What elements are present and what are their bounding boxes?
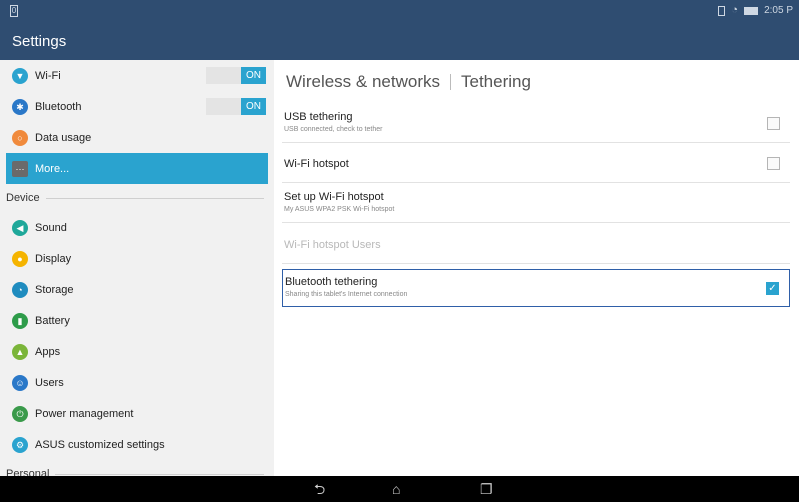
sidebar-item-label: ASUS customized settings xyxy=(35,438,165,451)
recents-icon[interactable]: ❐ xyxy=(480,480,493,498)
setting-title: USB tethering xyxy=(284,111,353,123)
toggle-state: ON xyxy=(241,67,266,84)
wifi-hotspot-checkbox[interactable] xyxy=(767,157,780,170)
bluetooth-icon: ✱ xyxy=(12,98,28,115)
sidebar-item-label: Storage xyxy=(35,283,74,296)
wifi-toggle[interactable]: ON xyxy=(206,67,266,84)
sound-icon: ◀ xyxy=(12,219,28,236)
sidebar-item-bluetooth[interactable]: ✱ Bluetooth ON xyxy=(0,91,274,122)
sidebar-item-wifi[interactable]: ▼ Wi-Fi ON xyxy=(0,60,274,91)
wifi-hotspot-row[interactable]: Wi-Fi hotspot xyxy=(282,145,790,183)
data-usage-icon: ○ xyxy=(12,129,28,146)
section-header-personal: Personal xyxy=(0,460,274,476)
sidebar-item-label: Wi-Fi xyxy=(35,69,61,82)
sidebar-item-label: Display xyxy=(35,252,72,265)
setting-title: Set up Wi-Fi hotspot xyxy=(284,191,384,203)
status-bar: 0 ◔ 2:05 P xyxy=(0,0,799,24)
bluetooth-toggle[interactable]: ON xyxy=(206,98,266,115)
more-icon: ⋯ xyxy=(12,160,28,177)
apps-icon: ▲ xyxy=(12,343,28,360)
wifi-signal-icon: ◔ xyxy=(731,4,739,16)
sidebar-item-users[interactable]: ☺ Users xyxy=(0,367,274,398)
back-icon[interactable]: ⮌ xyxy=(314,480,325,498)
navigation-bar: ⮌ ⌂ ❐ xyxy=(0,476,799,502)
home-icon[interactable]: ⌂ xyxy=(392,480,400,498)
sidebar-item-label: Bluetooth xyxy=(35,100,82,113)
sidebar-item-battery[interactable]: ▮ Battery xyxy=(0,305,274,336)
usb-tethering-row[interactable]: USB tethering USB connected, check to te… xyxy=(282,105,790,143)
clock: 2:05 P xyxy=(764,5,793,16)
section-header-device: Device xyxy=(0,184,274,212)
sidebar-item-display[interactable]: ● Display xyxy=(0,243,274,274)
usb-tethering-checkbox[interactable] xyxy=(767,117,780,130)
notification-icon: 0 xyxy=(10,5,18,17)
sim-icon xyxy=(718,5,726,16)
sidebar-item-label: Power management xyxy=(35,407,134,420)
sidebar-item-sound[interactable]: ◀ Sound xyxy=(0,212,274,243)
bluetooth-tethering-checkbox[interactable]: ✓ xyxy=(766,282,779,295)
sidebar-item-label: Sound xyxy=(35,221,67,234)
breadcrumb-separator xyxy=(449,74,451,90)
sidebar-item-more[interactable]: ⋯ More... xyxy=(6,153,268,184)
users-icon: ☺ xyxy=(12,374,28,391)
toggle-state: ON xyxy=(241,98,266,115)
battery-status-icon xyxy=(744,6,759,15)
sidebar-item-label: Apps xyxy=(35,345,61,358)
setting-title: Bluetooth tethering xyxy=(285,276,378,288)
sidebar-item-data-usage[interactable]: ○ Data usage xyxy=(0,122,274,153)
battery-icon: ▮ xyxy=(12,312,28,329)
divider xyxy=(55,473,264,475)
breadcrumb: Wireless & networks Tethering xyxy=(286,72,531,92)
sidebar-item-power-management[interactable]: ⏻ Power management xyxy=(0,398,274,429)
display-icon: ● xyxy=(12,250,28,267)
setup-wifi-hotspot-row[interactable]: Set up Wi-Fi hotspot My ASUS WPA2 PSK Wi… xyxy=(282,185,790,223)
sidebar-item-label: Battery xyxy=(35,314,70,327)
status-icons: ◔ 2:05 P xyxy=(718,5,793,16)
setting-subtitle: Sharing this tablet's Internet connectio… xyxy=(285,291,408,298)
tethering-pane: Wireless & networks Tethering USB tether… xyxy=(274,60,799,476)
settings-sidebar: ▼ Wi-Fi ON ✱ Bluetooth ON ○ Data usage ⋯… xyxy=(0,60,274,476)
sidebar-item-asus-customized-settings[interactable]: ⚙ ASUS customized settings xyxy=(0,429,274,460)
app-bar: Settings xyxy=(0,24,799,60)
breadcrumb-parent[interactable]: Wireless & networks xyxy=(286,72,440,92)
sidebar-item-label: Data usage xyxy=(35,131,92,144)
setting-subtitle: My ASUS WPA2 PSK Wi-Fi hotspot xyxy=(284,206,395,213)
bluetooth-tethering-row[interactable]: Bluetooth tethering Sharing this tablet'… xyxy=(282,269,790,307)
sidebar-item-storage[interactable]: ◔ Storage xyxy=(0,274,274,305)
asus-icon: ⚙ xyxy=(12,436,28,453)
sidebar-item-apps[interactable]: ▲ Apps xyxy=(0,336,274,367)
wifi-hotspot-users-row: Wi-Fi hotspot Users xyxy=(282,226,790,264)
sidebar-item-label: More... xyxy=(35,162,70,175)
sidebar-item-label: Users xyxy=(35,376,64,389)
setting-title: Wi-Fi hotspot Users xyxy=(284,239,381,251)
setting-subtitle: USB connected, check to tether xyxy=(284,126,383,133)
app-title: Settings xyxy=(12,33,67,50)
wifi-icon: ▼ xyxy=(12,67,28,84)
power-icon: ⏻ xyxy=(12,405,28,422)
page-title: Tethering xyxy=(460,72,531,91)
storage-icon: ◔ xyxy=(12,281,28,298)
setting-title: Wi-Fi hotspot xyxy=(284,158,349,170)
divider xyxy=(45,197,264,199)
